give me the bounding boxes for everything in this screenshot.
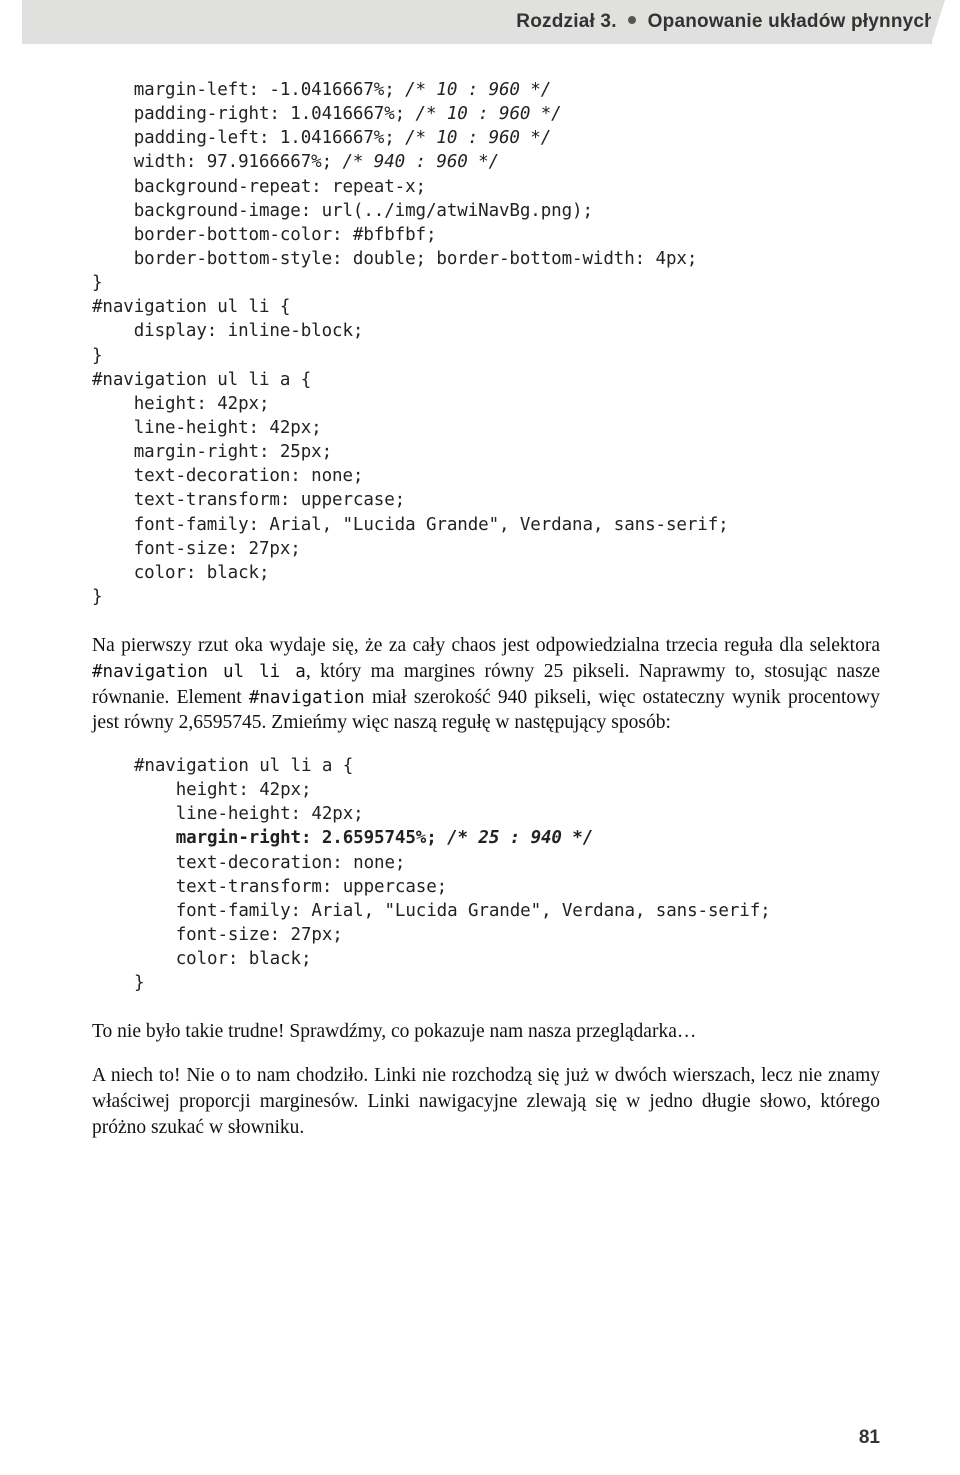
code-line: } <box>92 273 102 293</box>
code-block-2: #navigation ul li a { height: 42px; line… <box>92 754 880 995</box>
code-line: display: inline-block; <box>92 321 363 341</box>
code-line: #navigation ul li a { <box>92 370 311 390</box>
code-line: #navigation ul li a { <box>134 756 353 776</box>
body-paragraph-1: Na pierwszy rzut oka wydaje się, że za c… <box>92 633 880 736</box>
code-line: } <box>134 973 144 993</box>
body-paragraph-3: A niech to! Nie o to nam chodziło. Linki… <box>92 1063 880 1140</box>
code-line: line-height: 42px; <box>92 418 322 438</box>
book-page: Rozdział 3. Opanowanie układów płynnych … <box>0 0 960 1475</box>
bullet-separator-icon <box>628 16 636 24</box>
code-line: font-family: Arial, "Lucida Grande", Ver… <box>92 515 729 535</box>
page-number: 81 <box>859 1427 880 1449</box>
code-line: color: black; <box>134 949 311 969</box>
chapter-title: Opanowanie układów płynnych <box>648 11 936 32</box>
code-comment-bold: /* 25 : 940 */ <box>447 828 593 848</box>
code-line: } <box>92 346 102 366</box>
code-line: border-bottom-color: #bfbfbf; <box>92 225 436 245</box>
code-line: height: 42px; <box>92 394 269 414</box>
code-line: text-transform: uppercase; <box>134 877 447 897</box>
code-comment: /* 10 : 960 */ <box>405 128 551 148</box>
page-content: margin-left: -1.0416667%; /* 10 : 960 */… <box>0 44 960 1140</box>
code-comment: /* 10 : 960 */ <box>405 80 551 100</box>
code-line: font-family: Arial, "Lucida Grande", Ver… <box>134 901 771 921</box>
code-line: color: black; <box>92 563 269 583</box>
code-line: text-decoration: none; <box>92 466 363 486</box>
chapter-number: Rozdział 3. <box>516 11 616 32</box>
code-line: font-size: 27px; <box>92 539 301 559</box>
code-line-bold: margin-right: 2.6595745%; <box>134 828 447 848</box>
code-line: border-bottom-style: double; border-bott… <box>92 249 697 269</box>
code-line: text-decoration: none; <box>134 853 405 873</box>
code-comment: /* 940 : 960 */ <box>342 152 499 172</box>
code-line: } <box>92 587 102 607</box>
code-line: height: 42px; <box>134 780 311 800</box>
code-line: padding-left: 1.0416667%; <box>92 128 405 148</box>
para-text: Na pierwszy rzut oka wydaje się, że za c… <box>92 635 880 656</box>
page-dogear-icon <box>931 0 960 44</box>
code-line: font-size: 27px; <box>134 925 343 945</box>
code-line: line-height: 42px; <box>134 804 364 824</box>
body-paragraph-2: To nie było takie trudne! Sprawdźmy, co … <box>92 1019 880 1045</box>
code-line: width: 97.9166667%; <box>92 152 342 172</box>
chapter-header: Rozdział 3. Opanowanie układów płynnych <box>22 0 950 44</box>
code-line: padding-right: 1.0416667%; <box>92 104 416 124</box>
code-line: background-repeat: repeat-x; <box>92 177 426 197</box>
code-block-1: margin-left: -1.0416667%; /* 10 : 960 */… <box>92 78 880 609</box>
code-comment: /* 10 : 960 */ <box>416 104 562 124</box>
code-line: text-transform: uppercase; <box>92 490 405 510</box>
code-line: background-image: url(../img/atwiNavBg.p… <box>92 201 593 221</box>
code-line: #navigation ul li { <box>92 297 290 317</box>
code-line: margin-left: -1.0416667%; <box>92 80 405 100</box>
code-line: margin-right: 25px; <box>92 442 332 462</box>
chapter-header-text: Rozdział 3. Opanowanie układów płynnych <box>516 11 936 33</box>
inline-code: #navigation <box>249 688 365 708</box>
inline-code: #navigation ul li a <box>92 662 306 682</box>
